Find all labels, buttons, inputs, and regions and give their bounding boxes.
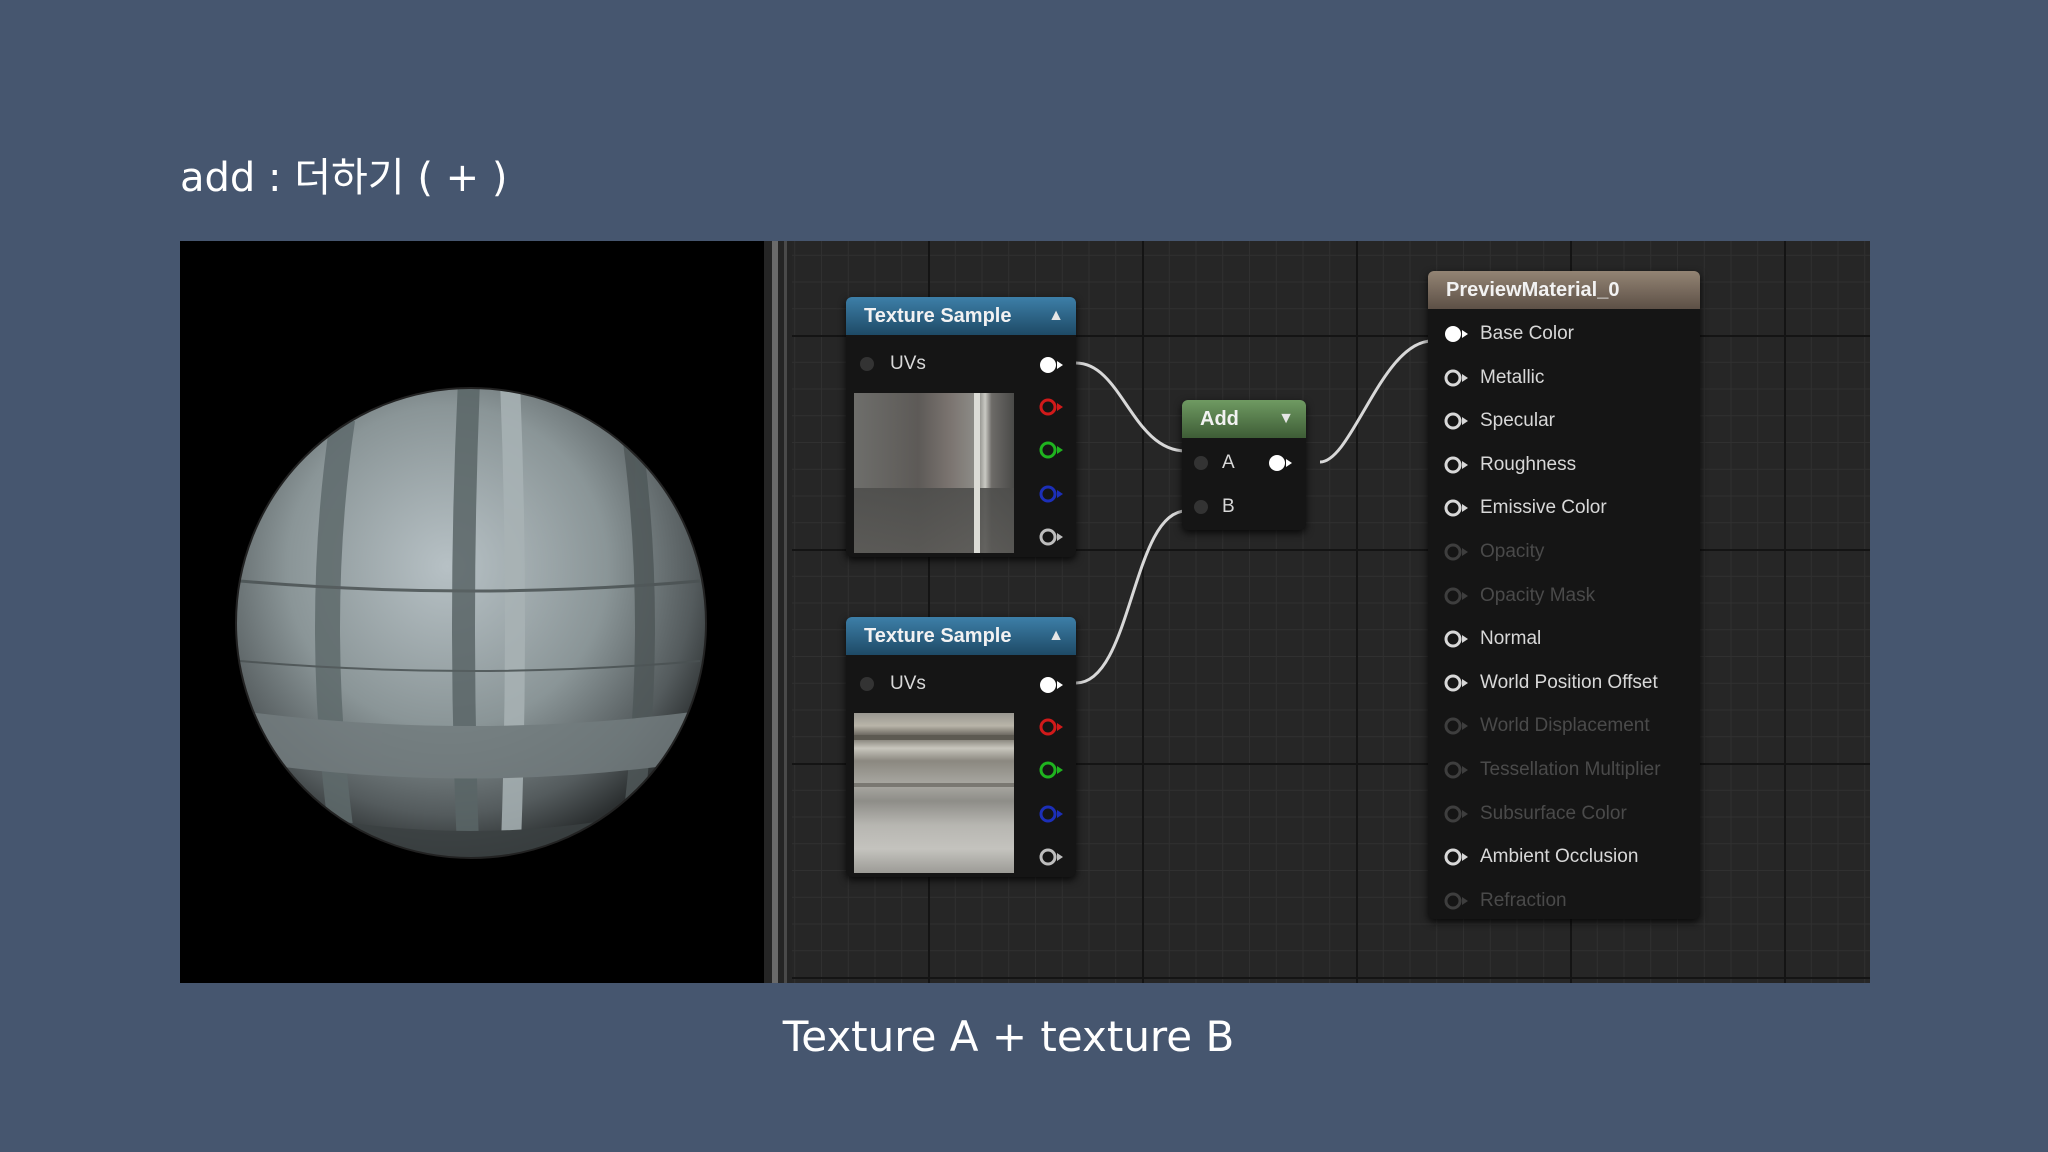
material-input-pin-icon[interactable] [1444,324,1470,344]
texture-thumbnail-2 [854,713,1014,873]
material-pin-row[interactable]: Tessellation Multiplier [1428,757,1700,783]
material-pin-row[interactable]: Metallic [1428,365,1700,391]
add-node-header[interactable]: Add ▼ [1182,400,1306,438]
material-input-pin-icon[interactable] [1444,586,1470,606]
material-pin-row[interactable]: Refraction [1428,888,1700,914]
material-pin-row[interactable]: Ambient Occlusion [1428,844,1700,870]
material-editor-screenshot: Texture Sample ▲ UVs Texture Sample ▲ UV… [180,241,1870,983]
slide-caption: Texture A + texture B [782,1012,1235,1061]
blue-channel-pin-icon[interactable] [1039,484,1065,504]
material-pin-label: World Displacement [1480,715,1650,737]
alpha-channel-pin-icon[interactable] [1039,527,1065,547]
material-input-pin-icon[interactable] [1444,498,1470,518]
add-output-pin-icon[interactable] [1268,453,1294,473]
material-input-pin-icon[interactable] [1444,368,1470,388]
blue-channel-pin-icon[interactable] [1039,804,1065,824]
slide-title: add : 더하기 ( + ) [180,155,508,201]
uvs-input-pin-icon[interactable] [860,357,874,371]
rgb-output-pin-icon[interactable] [1039,355,1065,375]
material-input-pin-icon[interactable] [1444,411,1470,431]
material-input-pin-icon[interactable] [1444,542,1470,562]
input-a-pin-icon[interactable] [1194,456,1208,470]
node-title: Texture Sample [864,305,1012,327]
input-b-label: B [1222,496,1235,517]
material-pin-row[interactable]: Opacity [1428,539,1700,565]
material-pin-label: Tessellation Multiplier [1480,759,1661,780]
node-title: Add [1200,408,1239,430]
alpha-channel-pin-icon[interactable] [1039,847,1065,867]
material-pin-row[interactable]: World Position Offset [1428,670,1700,696]
green-channel-pin-icon[interactable] [1039,760,1065,780]
material-pin-label: Roughness [1480,453,1577,475]
material-input-pin-icon[interactable] [1444,629,1470,649]
material-pin-row[interactable]: Emissive Color [1428,495,1700,521]
material-pin-row[interactable]: Roughness [1428,452,1700,478]
node-title: Texture Sample [864,625,1012,647]
collapse-arrow-icon[interactable]: ▲ [1048,297,1064,335]
rgb-output-pin-icon[interactable] [1039,675,1065,695]
material-pin-label: Base Color [1480,323,1574,344]
wire-add-to-basecolor [1319,339,1433,464]
material-input-pin-icon[interactable] [1444,760,1470,780]
material-input-pin-icon[interactable] [1444,891,1470,911]
material-pin-row[interactable]: Specular [1428,408,1700,434]
red-channel-pin-icon[interactable] [1039,397,1065,417]
node-graph-canvas[interactable]: Texture Sample ▲ UVs Texture Sample ▲ UV… [792,241,1870,983]
uvs-input-pin-icon[interactable] [860,677,874,691]
input-a-label: A [1222,452,1235,473]
node-title: PreviewMaterial_0 [1446,279,1620,301]
material-pin-row[interactable]: Subsurface Color [1428,801,1700,827]
material-pin-label: Specular [1480,410,1555,432]
material-pin-label: Opacity [1480,541,1545,562]
wire-tex1-to-a [1075,361,1187,453]
material-pin-label: Emissive Color [1480,497,1607,519]
material-node-header[interactable]: PreviewMaterial_0 [1428,271,1700,309]
material-input-pin-icon[interactable] [1444,455,1470,475]
material-pin-row[interactable]: Opacity Mask [1428,583,1700,609]
collapse-arrow-icon[interactable]: ▲ [1048,617,1064,655]
wire-tex2-to-b [1075,509,1187,685]
material-input-pin-icon[interactable] [1444,847,1470,867]
panel-splitter[interactable] [764,241,792,983]
texture-sample-node-1[interactable]: Texture Sample ▲ UVs [846,297,1076,557]
texture-sample-header[interactable]: Texture Sample ▲ [846,297,1076,335]
preview-sphere [235,387,707,859]
add-node[interactable]: Add ▼ A B [1182,400,1306,530]
green-channel-pin-icon[interactable] [1039,440,1065,460]
material-pin-label: Ambient Occlusion [1480,846,1639,868]
collapse-arrow-icon[interactable]: ▼ [1278,400,1294,438]
texture-sample-header[interactable]: Texture Sample ▲ [846,617,1076,655]
material-input-pin-icon[interactable] [1444,716,1470,736]
preview-viewport[interactable] [180,241,764,983]
uvs-label: UVs [890,353,926,374]
material-input-pin-icon[interactable] [1444,804,1470,824]
material-pin-row[interactable]: World Displacement [1428,713,1700,739]
material-pin-label: Normal [1480,628,1542,650]
red-channel-pin-icon[interactable] [1039,717,1065,737]
material-pin-label: Metallic [1480,366,1545,388]
material-pin-row[interactable]: Normal [1428,626,1700,652]
material-pin-label: Refraction [1480,889,1567,911]
input-b-pin-icon[interactable] [1194,500,1208,514]
texture-sample-node-2[interactable]: Texture Sample ▲ UVs [846,617,1076,877]
material-input-pin-icon[interactable] [1444,673,1470,693]
material-pin-row[interactable]: Base Color [1428,321,1700,347]
material-pin-label: Subsurface Color [1480,802,1627,824]
uvs-label: UVs [890,673,926,694]
material-pin-label: Opacity Mask [1480,584,1596,606]
material-result-node[interactable]: PreviewMaterial_0 Base Color Metallic Spec… [1428,271,1700,919]
texture-thumbnail-1 [854,393,1014,553]
material-pin-label: World Position Offset [1480,671,1658,693]
